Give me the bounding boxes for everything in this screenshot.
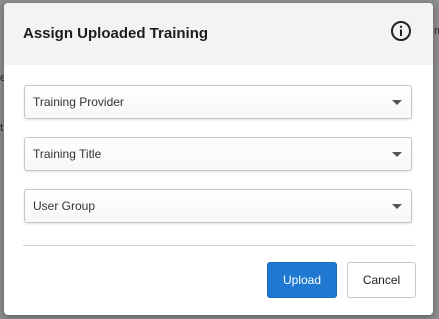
upload-button[interactable]: Upload xyxy=(267,262,337,298)
dialog-header: Assign Uploaded Training xyxy=(4,3,433,65)
training-provider-select[interactable]: Training Provider xyxy=(24,85,412,119)
user-group-label: User Group xyxy=(33,199,96,213)
backdrop-text: t xyxy=(0,122,4,134)
user-group-select[interactable]: User Group xyxy=(24,189,412,223)
cancel-button[interactable]: Cancel xyxy=(347,262,416,298)
chevron-down-icon xyxy=(392,204,402,209)
info-icon[interactable] xyxy=(390,20,412,42)
dialog-title: Assign Uploaded Training xyxy=(23,25,209,42)
assign-training-dialog: Assign Uploaded Training Training Provid… xyxy=(4,3,433,315)
backdrop-text: m xyxy=(434,25,439,37)
training-title-label: Training Title xyxy=(33,147,102,161)
chevron-down-icon xyxy=(392,100,402,105)
footer-divider xyxy=(23,245,415,246)
chevron-down-icon xyxy=(392,152,402,157)
training-provider-label: Training Provider xyxy=(33,95,124,109)
training-title-select[interactable]: Training Title xyxy=(24,137,412,171)
